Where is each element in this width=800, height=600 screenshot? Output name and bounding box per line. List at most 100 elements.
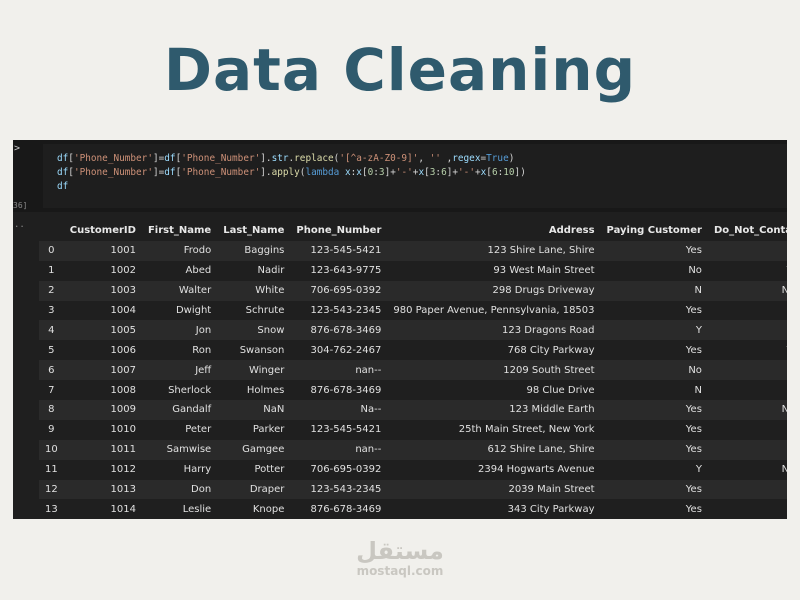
address-cell: 1209 South Street — [503, 364, 595, 376]
address-cell: 93 West Main Street — [493, 265, 595, 277]
logo-latin-text: mostaql.com — [356, 564, 444, 578]
address-cell: 2394 Hogwarts Avenue — [478, 464, 595, 476]
first-name-cell: Gandalf — [172, 404, 212, 416]
do-not-contact-cell: Yes — [708, 340, 788, 360]
row-index: 13 — [45, 503, 58, 515]
phone-number-cell: 123-543-2345 — [310, 484, 382, 496]
phone-number-cell: 123-543-2345 — [310, 305, 382, 316]
code-line-2: df['Phone_Number']=df['Phone_Number'].ap… — [57, 167, 526, 178]
address-cell: 768 City Parkway — [507, 344, 595, 356]
customerid-cell: 1003 — [110, 285, 136, 297]
table-row: 11 1012 Harry Potter 706-695-0392 2394 Hogwar… — [39, 459, 787, 480]
last-name-cell: White — [255, 285, 285, 297]
row-index: 7 — [48, 384, 55, 396]
paying-customer-cell: Yes — [685, 404, 702, 416]
paying-customer-cell: Yes — [685, 245, 702, 257]
customerid-cell: 1012 — [110, 464, 136, 476]
address-cell: 98 Clue Drive — [526, 384, 595, 396]
do-not-contact-cell: No — [708, 360, 787, 380]
first-name-cell: Samwise — [166, 444, 212, 456]
do-not-contact-cell: N — [708, 480, 787, 500]
row-index: 12 — [45, 484, 58, 496]
row-index: 2 — [48, 285, 55, 297]
customerid-cell: 1001 — [110, 245, 136, 257]
table-row: 8 1009 Gandalf NaN Na-- 123 Middle Earth Yes Na… — [39, 400, 787, 420]
table-row: 3 1004 Dwight Schrute 123-543-2345 980 Paper … — [39, 300, 787, 321]
table-row: 0 1001 Frodo Baggins 123-545-5421 123 Shire L… — [39, 240, 787, 261]
do-not-contact-cell: No — [708, 380, 787, 400]
row-index: 9 — [48, 424, 55, 436]
code-line-3: df — [57, 181, 69, 192]
customerid-cell: 1007 — [110, 364, 136, 376]
page-title: Data Cleaning — [163, 36, 637, 104]
customerid-cell: 1009 — [110, 404, 136, 416]
first-name-cell: Dwight — [175, 305, 212, 316]
code-editor[interactable]: df['Phone_Number']=df['Phone_Number'].st… — [43, 144, 787, 208]
customerid-cell: 1014 — [110, 503, 136, 515]
do-not-contact-cell: NaN — [781, 404, 787, 416]
dataframe-output-table: CustomerID First_Name Last_Name Phone_Nu… — [39, 221, 787, 519]
mostaql-logo: مستقل mostaql.com — [340, 538, 460, 578]
execution-count: 36] — [13, 201, 28, 210]
address-cell: 2039 Main Street — [508, 484, 595, 496]
do-not-contact-cell: No — [708, 440, 787, 460]
paying-customer-cell: Yes — [685, 484, 702, 496]
code-line-1: df['Phone_Number']=df['Phone_Number'].st… — [57, 153, 515, 164]
first-name-cell: Walter — [178, 285, 212, 297]
row-index: 0 — [48, 245, 55, 257]
first-name-cell: Harry — [183, 464, 212, 476]
phone-number-cell: 123-545-5421 — [310, 424, 382, 436]
customerid-cell: 1004 — [110, 305, 136, 316]
first-name-cell: Frodo — [183, 245, 212, 257]
paying-customer-cell: Y — [695, 324, 702, 336]
last-name-cell: Nadir — [257, 265, 285, 277]
table-row: 7 1008 Sherlock Holmes 876-678-3469 98 Clue D… — [39, 380, 787, 401]
customerid-cell: 1006 — [110, 344, 136, 356]
address-cell: 123 Shire Lane, Shire — [487, 245, 595, 257]
column-header-customerid: CustomerID — [69, 225, 136, 237]
phone-number-cell: 876-678-3469 — [310, 324, 382, 336]
last-name-cell: NaN — [263, 404, 285, 416]
row-index: 6 — [48, 364, 55, 376]
address-cell: 980 Paper Avenue, Pennsylvania, 18503 — [393, 305, 595, 316]
paying-customer-cell: N — [694, 285, 702, 297]
address-cell: 25th Main Street, New York — [458, 424, 595, 436]
last-name-cell: Draper — [249, 484, 285, 496]
phone-number-cell: 876-678-3469 — [310, 384, 382, 396]
row-index: 4 — [48, 324, 55, 336]
row-index: 3 — [48, 305, 55, 316]
table-row: 10 1011 Samwise Gamgee nan-- 612 Shire Lane, … — [39, 439, 787, 460]
customerid-cell: 1005 — [110, 324, 136, 336]
paying-customer-cell: No — [688, 265, 702, 277]
do-not-contact-cell: No — [708, 320, 787, 340]
output-collapse-handle[interactable]: .. — [14, 220, 25, 230]
customerid-cell: 1002 — [110, 265, 136, 277]
last-name-cell: Schrute — [245, 305, 285, 316]
phone-number-cell: nan-- — [355, 364, 382, 376]
logo-arabic-text: مستقل — [356, 537, 444, 565]
paying-customer-cell: Yes — [685, 424, 702, 436]
table-row: 5 1006 Ron Swanson 304-762-2467 768 City Park… — [39, 340, 788, 361]
phone-number-cell: 123-643-9775 — [310, 265, 382, 277]
last-name-cell: Potter — [254, 464, 285, 476]
address-cell: 123 Middle Earth — [509, 404, 595, 416]
code-cell[interactable]: > 36] df['Phone_Number']=df['Phone_Numbe… — [13, 140, 787, 212]
paying-customer-cell: Yes — [685, 503, 702, 515]
table-row: 6 1007 Jeff Winger nan-- 1209 South Street No N… — [39, 360, 787, 381]
column-header-phone-number: Phone_Number — [296, 225, 382, 237]
last-name-cell: Baggins — [244, 245, 285, 257]
do-not-contact-cell: No — [708, 241, 787, 261]
last-name-cell: Swanson — [239, 344, 285, 356]
address-cell: 298 Drugs Driveway — [492, 285, 595, 297]
phone-number-cell: Na-- — [360, 404, 382, 416]
row-index: 5 — [48, 344, 55, 356]
phone-number-cell: 304-762-2467 — [310, 344, 382, 356]
run-chevron-icon[interactable]: > — [14, 143, 20, 154]
paying-customer-cell: No — [688, 364, 702, 376]
phone-number-cell: 876-678-3469 — [310, 503, 382, 515]
customerid-cell: 1013 — [110, 484, 136, 496]
customerid-cell: 1008 — [110, 384, 136, 396]
first-name-cell: Don — [191, 484, 212, 496]
table-row: 9 1010 Peter Parker 123-545-5421 25th Main St… — [39, 419, 787, 440]
column-header-index — [39, 221, 64, 241]
